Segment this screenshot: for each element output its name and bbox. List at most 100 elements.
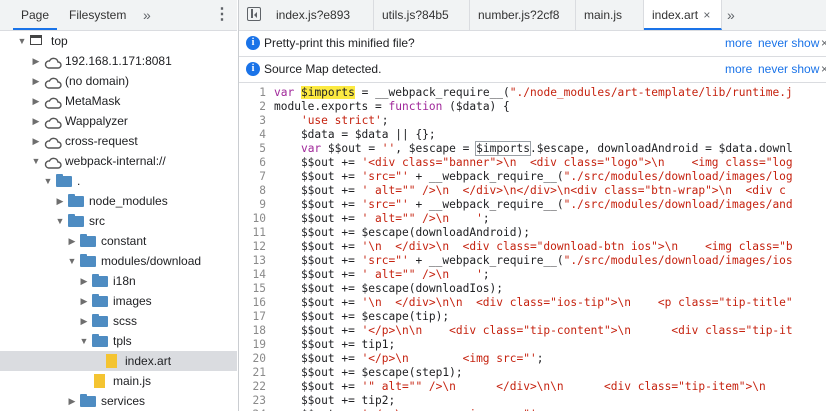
tree-item[interactable]: ▶ scss [0,311,237,331]
line-number[interactable]: 9 [239,198,266,212]
line-number[interactable]: 3 [239,114,266,128]
code-text: $$out += '\n </div>\n <div class="downlo… [274,240,793,253]
cloud-icon [44,95,62,109]
expanded-triangle-icon[interactable]: ▼ [79,331,89,351]
tree-item[interactable]: ▶ i18n [0,271,237,291]
line-number[interactable]: 16 [239,296,266,310]
line-number[interactable]: 5 [239,142,266,156]
tree-item-label: index.art [125,354,172,368]
expanded-triangle-icon[interactable]: ▼ [43,171,53,191]
collapsed-triangle-icon[interactable]: ▶ [31,51,41,71]
more-link[interactable]: more [725,31,752,56]
collapsed-triangle-icon[interactable]: ▶ [31,111,41,131]
line-number[interactable]: 4 [239,128,266,142]
cloud-icon [44,55,62,69]
tab-index-js[interactable]: index.js?e893 [268,0,374,30]
line-number[interactable]: 18 [239,324,266,338]
line-number[interactable]: 10 [239,212,266,226]
collapsed-triangle-icon[interactable]: ▶ [31,71,41,91]
tree-item[interactable]: index.art [0,351,237,371]
tab-filesystem[interactable]: Filesystem [69,0,126,28]
tree-item-label: node_modules [89,194,168,208]
never-show-link[interactable]: never show [758,57,819,82]
line-number[interactable]: 7 [239,170,266,184]
tree-item-label: i18n [113,274,136,288]
tree-item[interactable]: ▶ images [0,291,237,311]
tree-item[interactable]: main.js [0,371,237,391]
line-number[interactable]: 2 [239,100,266,114]
tree-item[interactable]: ▶ cross-request [0,131,237,151]
tree-item[interactable]: ▼ src [0,211,237,231]
line-number[interactable]: 1 [239,86,266,100]
expanded-triangle-icon[interactable]: ▼ [55,211,65,231]
tree-item[interactable]: ▼ top [0,31,237,51]
code-text: $$out += '" alt="" />\n </div>\n\n <div … [274,380,766,393]
collapsed-triangle-icon[interactable]: ▶ [79,311,89,331]
line-number[interactable]: 19 [239,338,266,352]
collapsed-triangle-icon[interactable]: ▶ [31,131,41,151]
tree-item-label: scss [113,314,137,328]
code-text: $$out += '</p>\n <img src="'; [274,352,544,365]
tree-item[interactable]: ▶ (no domain) [0,71,237,91]
never-show-link[interactable]: never show [758,31,819,56]
line-number[interactable]: 13 [239,254,266,268]
code-view[interactable]: 1 var $imports = __webpack_require__("./n… [239,83,826,411]
line-number[interactable]: 12 [239,240,266,254]
source-map-infobar: i Source Map detected. more never show × [239,57,826,83]
tree-item[interactable]: ▼. [0,171,237,191]
line-number[interactable]: 21 [239,366,266,380]
code-text: 'use strict'; [300,114,389,127]
tree-item[interactable]: ▶ services [0,391,237,411]
expanded-triangle-icon[interactable]: ▼ [67,251,77,271]
navigator-tab-bar: Page Filesystem » ⋮ [0,0,237,31]
close-tab-icon[interactable]: × [703,8,710,22]
tree-item[interactable]: ▶ 192.168.1.171:8081 [0,51,237,71]
collapsed-triangle-icon[interactable]: ▶ [67,231,77,251]
code-text: $$out += '<div class="banner">\n <div cl… [274,156,793,169]
more-tabs-chevron-icon[interactable]: » [727,0,735,30]
tab-page[interactable]: Page [13,0,58,30]
code-text: $$out += '\n </div>\n\n <div class="ios-… [274,296,793,309]
tab-number-js[interactable]: number.js?2cf8 [470,0,576,30]
kebab-menu-icon[interactable]: ⋮ [214,0,230,30]
line-number[interactable]: 23 [239,394,266,408]
line-number[interactable]: 8 [239,184,266,198]
tab-label: number.js?2cf8 [478,8,560,22]
code-text: $$out += 'src="' + __webpack_require__("… [274,254,793,267]
tree-item[interactable]: ▼ tpls [0,331,237,351]
line-number[interactable]: 11 [239,226,266,240]
close-infobar-icon[interactable]: × [821,57,826,82]
collapsed-triangle-icon[interactable]: ▶ [55,191,65,211]
line-number[interactable]: 20 [239,352,266,366]
more-tabs-chevron-icon[interactable]: » [143,0,151,30]
collapsed-triangle-icon[interactable]: ▶ [79,291,89,311]
collapsed-triangle-icon[interactable]: ▶ [79,271,89,291]
collapsed-triangle-icon[interactable]: ▶ [67,391,77,411]
line-number[interactable]: 22 [239,380,266,394]
expanded-triangle-icon[interactable]: ▼ [31,151,41,171]
expanded-triangle-icon[interactable]: ▼ [17,31,27,51]
cloud-icon [44,155,62,169]
close-infobar-icon[interactable]: × [821,31,826,56]
tab-index-art[interactable]: index.art × [644,0,722,30]
tree-item[interactable]: ▶ node_modules [0,191,237,211]
toggle-navigator-icon[interactable] [247,7,261,21]
line-number[interactable]: 15 [239,282,266,296]
tree-item[interactable]: ▼ webpack-internal:// [0,151,237,171]
tree-item[interactable]: ▶ Wappalyzer [0,111,237,131]
tree-item[interactable]: ▼ modules/download [0,251,237,271]
tree-item[interactable]: ▶ constant [0,231,237,251]
code-text: module.exports = function ($data) { [274,100,510,113]
editor-tab-bar: index.js?e893 utils.js?84b5 number.js?2c… [239,0,826,31]
tree-item[interactable]: ▶ MetaMask [0,91,237,111]
collapsed-triangle-icon[interactable]: ▶ [31,91,41,111]
line-number[interactable]: 6 [239,156,266,170]
line-number[interactable]: 14 [239,268,266,282]
tab-label: index.js?e893 [276,8,351,22]
line-number[interactable]: 17 [239,310,266,324]
tab-main-js[interactable]: main.js [576,0,644,30]
more-link[interactable]: more [725,57,752,82]
code-text: $$out += 'src="' + __webpack_require__("… [274,198,793,211]
tab-utils-js[interactable]: utils.js?84b5 [374,0,470,30]
tree-item-label: services [101,394,146,408]
